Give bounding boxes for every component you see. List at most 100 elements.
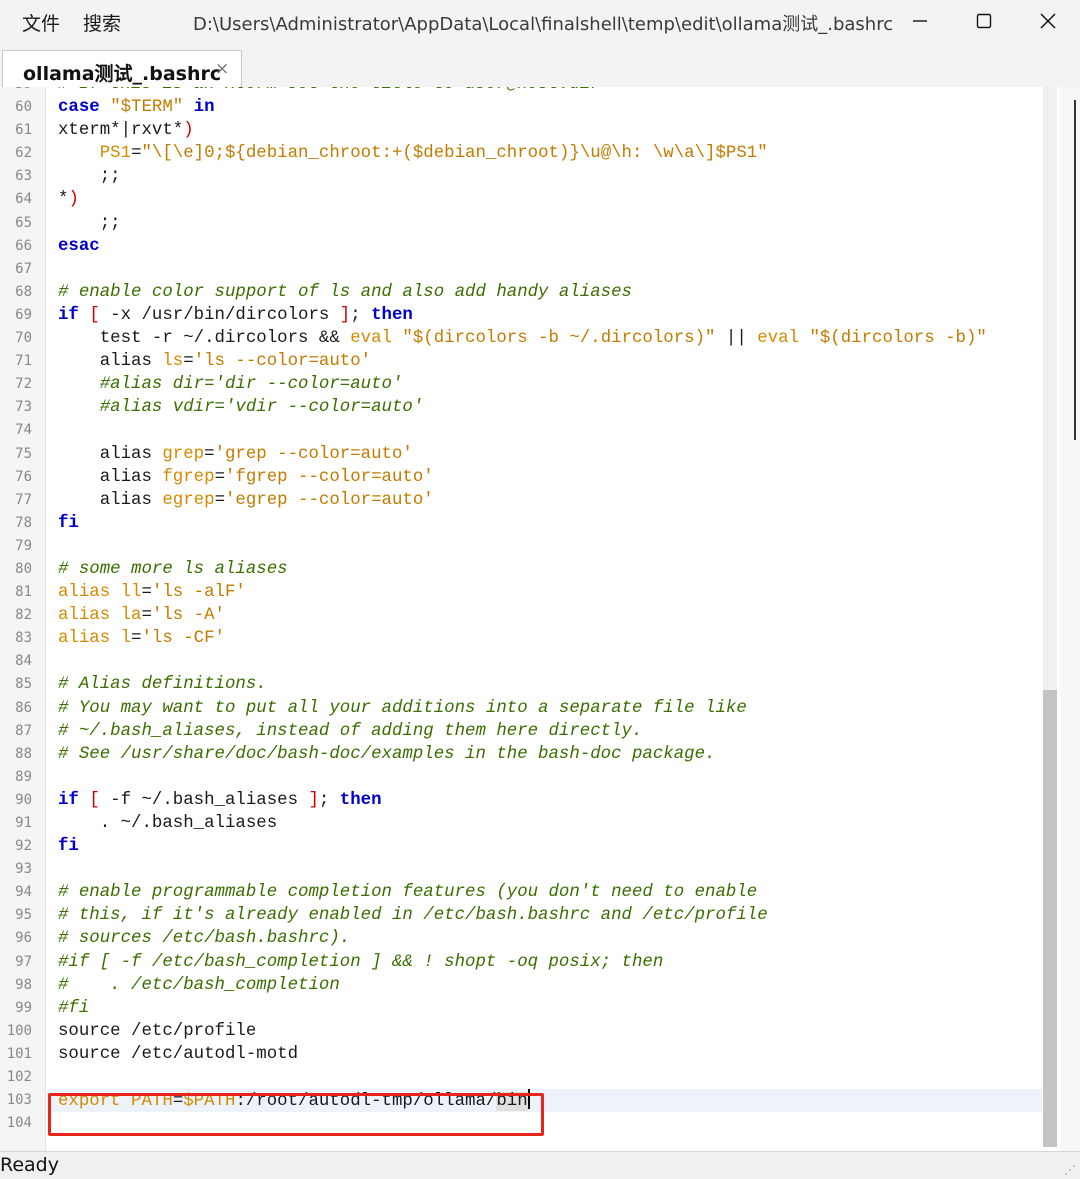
line-code: # this, if it's already enabled in /etc/… bbox=[58, 906, 768, 926]
line-number: 99 bbox=[15, 999, 32, 1016]
line-number: 83 bbox=[15, 630, 32, 647]
line-code: source /etc/autodl-motd bbox=[58, 1044, 299, 1064]
maximize-button[interactable] bbox=[952, 0, 1016, 42]
line-number: 70 bbox=[15, 330, 32, 347]
status-bar: Ready ⋰ bbox=[0, 1151, 1080, 1179]
line-code: alias grep='grep --color=auto' bbox=[58, 444, 413, 464]
status-text: Ready bbox=[0, 1154, 59, 1176]
line-code: # You may want to put all your additions… bbox=[58, 698, 747, 718]
line-code: # ~/.bash_aliases, instead of adding the… bbox=[58, 721, 643, 741]
tab-close-icon[interactable]: × bbox=[215, 59, 229, 79]
line-code: # enable programmable completion feature… bbox=[58, 883, 758, 903]
menu-file[interactable]: 文件 bbox=[22, 9, 60, 36]
close-button[interactable] bbox=[1016, 0, 1080, 42]
line-number: 65 bbox=[15, 214, 32, 231]
line-code: ;; bbox=[58, 167, 121, 187]
line-code: #alias dir='dir --color=auto' bbox=[99, 375, 403, 395]
line-number: 74 bbox=[15, 422, 32, 439]
line-code: #if [ -f /etc/bash_completion ] && ! sho… bbox=[58, 952, 664, 972]
line-number: 60 bbox=[15, 99, 32, 116]
tab-strip: ollama测试_.bashrc × bbox=[0, 42, 1080, 88]
line-code: alias fgrep='fgrep --color=auto' bbox=[58, 467, 434, 487]
tab-label: ollama测试_.bashrc bbox=[23, 63, 222, 85]
minimize-button[interactable] bbox=[888, 0, 952, 42]
line-number: 68 bbox=[15, 283, 32, 300]
line-code: if [ -x /usr/bin/dircolors ]; then bbox=[58, 305, 413, 325]
line-number: 87 bbox=[15, 722, 32, 739]
line-code: alias ls='ls --color=auto' bbox=[58, 352, 372, 372]
line-number: 91 bbox=[15, 815, 32, 831]
line-number: 81 bbox=[15, 584, 32, 601]
line-number: 75 bbox=[15, 445, 32, 462]
line-number: 69 bbox=[15, 306, 32, 323]
line-code: PS1="\[\e]0;${debian_chroot:+($debian_ch… bbox=[99, 144, 768, 164]
close-icon bbox=[1040, 13, 1056, 29]
maximize-icon bbox=[976, 13, 992, 29]
line-number: 97 bbox=[15, 953, 32, 970]
line-number: 92 bbox=[15, 838, 32, 855]
line-code: xterm*|rxvt*) bbox=[58, 121, 194, 141]
line-code: # . /etc/bash_completion bbox=[58, 975, 340, 995]
line-number: 82 bbox=[15, 607, 32, 624]
line-number: 103 bbox=[6, 1092, 32, 1109]
line-code: if [ -f ~/.bash_aliases ]; then bbox=[58, 790, 382, 810]
line-number: 93 bbox=[15, 861, 32, 878]
line-number: 61 bbox=[15, 122, 32, 139]
line-code: # sources /etc/bash.bashrc). bbox=[58, 929, 351, 949]
line-code: alias ll='ls -alF' bbox=[58, 583, 246, 603]
line-number: 94 bbox=[15, 884, 32, 901]
line-number: 88 bbox=[15, 745, 32, 762]
line-number: 89 bbox=[15, 768, 32, 785]
menu-search[interactable]: 搜索 bbox=[83, 9, 121, 36]
line-number: 86 bbox=[15, 699, 32, 716]
line-number: 85 bbox=[15, 676, 32, 693]
line-code: # If this is an xterm set the title to u… bbox=[58, 87, 601, 96]
line-code: alias egrep='egrep --color=auto' bbox=[58, 490, 434, 510]
tab-file[interactable]: ollama测试_.bashrc × bbox=[2, 50, 242, 87]
line-number: 64 bbox=[15, 191, 32, 208]
line-number: 62 bbox=[15, 145, 32, 162]
line-number: 104 bbox=[6, 1115, 32, 1132]
line-code: # Alias definitions. bbox=[58, 675, 267, 695]
line-code: case "$TERM" in bbox=[58, 98, 215, 118]
line-code: #alias vdir='vdir --color=auto' bbox=[99, 398, 424, 418]
line-number: 59 bbox=[0, 87, 32, 92]
line-number: 72 bbox=[15, 376, 32, 393]
resize-grip-icon[interactable]: ⋰ bbox=[1064, 1163, 1076, 1177]
right-edge-panel bbox=[1060, 87, 1080, 1151]
line-code: fi bbox=[58, 837, 79, 857]
line-number: 71 bbox=[15, 353, 32, 370]
line-number: 96 bbox=[15, 930, 32, 947]
window-title-path: D:\Users\Administrator\AppData\Local\fin… bbox=[193, 14, 894, 35]
line-number: 98 bbox=[15, 976, 32, 993]
code-editor[interactable]: 59 # If this is an xterm set the title to… bbox=[0, 87, 1080, 1151]
line-code: alias la='ls -A' bbox=[58, 606, 225, 626]
line-number: 80 bbox=[15, 560, 32, 577]
line-code: *) bbox=[58, 190, 79, 210]
line-code: ;; bbox=[58, 213, 121, 233]
line-number: 66 bbox=[15, 237, 32, 254]
line-number: 73 bbox=[15, 399, 32, 416]
vertical-scrollbar-thumb[interactable] bbox=[1043, 690, 1057, 1147]
line-number: 67 bbox=[15, 260, 32, 277]
line-number: 78 bbox=[15, 514, 32, 531]
line-code: esac bbox=[58, 236, 100, 256]
line-code: test -r ~/.dircolors && eval "$(dircolor… bbox=[58, 329, 987, 349]
line-code: # See /usr/share/doc/bash-doc/examples i… bbox=[58, 744, 716, 764]
line-code: source /etc/profile bbox=[58, 1021, 257, 1041]
line-number: 63 bbox=[15, 168, 32, 185]
line-number: 102 bbox=[6, 1069, 32, 1086]
title-bar: 文件 搜索 D:\Users\Administrator\AppData\Loc… bbox=[0, 0, 1080, 42]
line-number: 79 bbox=[15, 537, 32, 554]
highlight-annotation-box bbox=[48, 1093, 544, 1136]
line-number: 95 bbox=[15, 907, 32, 924]
line-code: fi bbox=[58, 513, 79, 533]
line-code: # some more ls aliases bbox=[58, 559, 288, 579]
line-number: 101 bbox=[6, 1045, 32, 1062]
line-code: . ~/.bash_aliases bbox=[58, 814, 278, 833]
line-number: 76 bbox=[15, 468, 32, 485]
right-edge-line bbox=[1074, 100, 1076, 440]
line-number: 90 bbox=[15, 791, 32, 808]
line-code: #fi bbox=[58, 998, 90, 1018]
line-number: 77 bbox=[15, 491, 32, 508]
